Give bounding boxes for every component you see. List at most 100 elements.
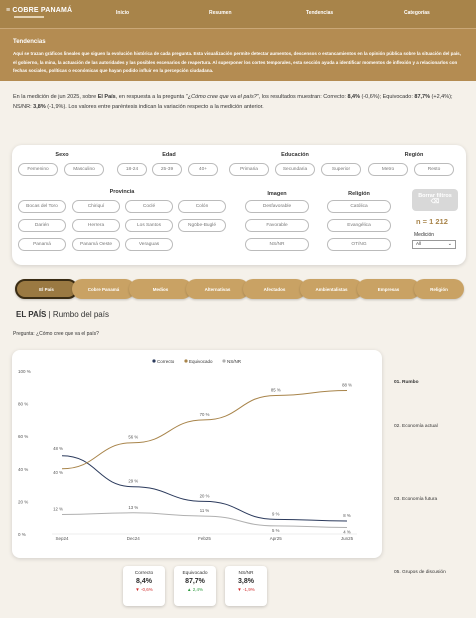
y-tick-label: 60 % — [18, 434, 28, 439]
tendencias-banner: Tendencias Aquí se trazan gráficos linea… — [0, 28, 476, 81]
summary-text: (-0,6%); Equivocado: — [359, 94, 415, 100]
filter-imagen-favorable[interactable]: Favorable — [245, 219, 309, 232]
filter-provincia-panama[interactable]: Panamá — [18, 238, 66, 251]
filter-edad-18-24[interactable]: 18-24 — [117, 163, 147, 176]
filter-religion-evangelica[interactable]: Evangélica — [327, 219, 391, 232]
kpi-label: Equivocado — [182, 571, 208, 576]
summary-text: , en respuesta a la pregunta " — [115, 94, 188, 100]
kpi-delta: ▼ -1,9% — [237, 587, 255, 592]
data-label: 85 % — [271, 387, 281, 392]
data-label: 12 % — [53, 506, 63, 511]
filter-imagen-nsnr[interactable]: NS/NR — [245, 238, 309, 251]
tab-afectados[interactable]: Afectados — [243, 279, 306, 299]
filter-provincia-colon[interactable]: Colón — [178, 200, 226, 213]
filter-title-region: Región — [404, 152, 424, 158]
top-nav-bar: ≡ COBRE PANAMÁ Inicio Resumen Tendencias… — [0, 0, 476, 28]
sample-size: n = 1 212 — [416, 217, 448, 226]
legend-swatch — [152, 359, 156, 363]
logo-subtitle — [14, 16, 44, 18]
filter-provincia-chiriqui[interactable]: Chiriquí — [72, 200, 120, 213]
section-title: EL PAÍS | Rumbo del país — [16, 310, 109, 319]
filter-sexo-masculino[interactable]: Masculino — [64, 163, 104, 176]
data-label: 5 % — [272, 528, 280, 533]
legend-label: NS/NR — [227, 359, 242, 364]
legend-swatch — [222, 359, 226, 363]
filter-provincia-veraguas[interactable]: Veraguas — [125, 238, 173, 251]
filter-panel: Sexo Femenino Masculino Edad 18-24 25-39… — [12, 145, 466, 265]
y-tick-label: 80 % — [18, 402, 28, 407]
legend-label: Equivocado — [189, 359, 213, 364]
tab-ambientalistas[interactable]: Ambientalistas — [300, 279, 363, 299]
filter-title-provincia: Provincia — [109, 189, 135, 195]
nav-categorias[interactable]: Categorías — [404, 10, 430, 16]
medicion-value: All — [416, 241, 422, 246]
filter-religion-otng[interactable]: OT/NG — [327, 238, 391, 251]
summary-value-nsnr: 3,8% — [33, 103, 46, 110]
summary-value-correcto: 8,4% — [347, 94, 360, 100]
tab-religion[interactable]: Religión — [414, 279, 464, 299]
kpi-value: 8,4% — [136, 578, 152, 585]
line-chart: 0 % 20 % 40 % 60 % 80 % 100 % Sep24 Dec24 Feb25 A… — [18, 359, 357, 541]
filter-provincia-bocas-del-toro[interactable]: Bocas del Toro — [18, 200, 66, 213]
filter-region-resto[interactable]: Resto — [414, 163, 454, 176]
x-tick-label: Apr25 — [270, 536, 283, 541]
kpi-card-equivocado: Equivocado 87,7% ▲ 2,4% — [174, 566, 216, 606]
summary-topic: El País — [97, 94, 116, 100]
filter-sexo-femenino[interactable]: Femenino — [18, 163, 58, 176]
tab-alternativas[interactable]: Alternativas — [186, 279, 249, 299]
kpi-card-nsnr: NS/NR 3,8% ▼ -1,9% — [225, 566, 267, 606]
filter-title-educacion: Educación — [281, 152, 309, 158]
filter-provincia-herrera[interactable]: Herrera — [72, 219, 120, 232]
data-label: 20 % — [200, 493, 210, 498]
filter-educacion-primaria[interactable]: Primaria — [229, 163, 269, 176]
filter-provincia-ngobe-bugle[interactable]: Ngöbe-Buglé — [178, 219, 226, 232]
clear-filters-button[interactable]: Borrar filtros ⌫ — [412, 189, 458, 211]
filter-religion-catolica[interactable]: Católica — [327, 200, 391, 213]
tab-medios[interactable]: Medios — [129, 279, 192, 299]
x-tick-label: Jun25 — [341, 536, 354, 541]
side-menu-grupos-discusion[interactable]: 05. Grupos de discusión — [394, 570, 446, 575]
nav-inicio[interactable]: Inicio — [116, 10, 129, 16]
tab-cobre-panama[interactable]: Cobre Panamá — [72, 279, 135, 299]
cobre-panama-logo[interactable]: ≡ COBRE PANAMÁ — [6, 7, 72, 14]
filter-provincia-los-santos[interactable]: Los Santos — [125, 219, 173, 232]
side-menu-rumbo[interactable]: 01. Rumbo — [394, 380, 419, 385]
data-label: 40 % — [53, 470, 63, 475]
nav-tendencias[interactable]: Tendencias — [306, 10, 333, 16]
filter-provincia-darien[interactable]: Darién — [18, 219, 66, 232]
filter-imagen-desfavorable[interactable]: Desfavorable — [245, 200, 309, 213]
kpi-delta: ▼ -0,6% — [135, 587, 153, 592]
x-tick-label: Dec24 — [127, 536, 141, 541]
y-tick-label: 0 % — [18, 532, 26, 537]
kpi-value: 3,8% — [238, 578, 254, 585]
tab-empresas[interactable]: Empresas — [357, 279, 420, 299]
tendencias-title: Tendencias — [13, 39, 46, 45]
summary-value-equivocado: 87,7% — [414, 94, 431, 100]
filter-edad-40[interactable]: 40+ — [188, 163, 218, 176]
kpi-label: NS/NR — [238, 571, 254, 576]
data-label: 70 % — [200, 412, 210, 417]
legend-label: Correcto — [157, 359, 175, 364]
nav-resumen[interactable]: Resumen — [209, 10, 232, 16]
summary-question: ¿Cómo cree que va el país? — [187, 94, 257, 100]
legend-swatch — [184, 359, 188, 363]
data-label: 13 % — [128, 505, 138, 510]
tab-el-pais[interactable]: El País — [15, 279, 78, 299]
filter-region-metro[interactable]: Metro — [368, 163, 408, 176]
tendencias-description: Aquí se trazan gráficos lineales que sig… — [13, 51, 461, 73]
kpi-delta: ▲ 2,4% — [187, 587, 203, 592]
filter-educacion-secundaria[interactable]: Secundaria — [275, 163, 315, 176]
data-label: 29 % — [128, 479, 138, 484]
side-menu-economia-actual[interactable]: 02. Economía actual — [394, 424, 438, 429]
filter-provincia-cocle[interactable]: Coclé — [125, 200, 173, 213]
filter-educacion-superior[interactable]: Superior — [321, 163, 361, 176]
medicion-dropdown[interactable]: All ⌄ — [412, 240, 456, 249]
y-tick-label: 40 % — [18, 467, 28, 472]
side-menu-economia-futura[interactable]: 03. Economía futura — [394, 497, 437, 502]
section-title-rest: | Rumbo del país — [46, 310, 109, 319]
filter-edad-25-39[interactable]: 25-39 — [152, 163, 182, 176]
data-label: 48 % — [53, 446, 63, 451]
data-label: 4 % — [343, 529, 351, 534]
chart-card: 0 % 20 % 40 % 60 % 80 % 100 % Sep24 Dec24 Feb25 A… — [12, 350, 382, 558]
filter-provincia-panama-oeste[interactable]: Panamá Oeste — [72, 238, 120, 251]
